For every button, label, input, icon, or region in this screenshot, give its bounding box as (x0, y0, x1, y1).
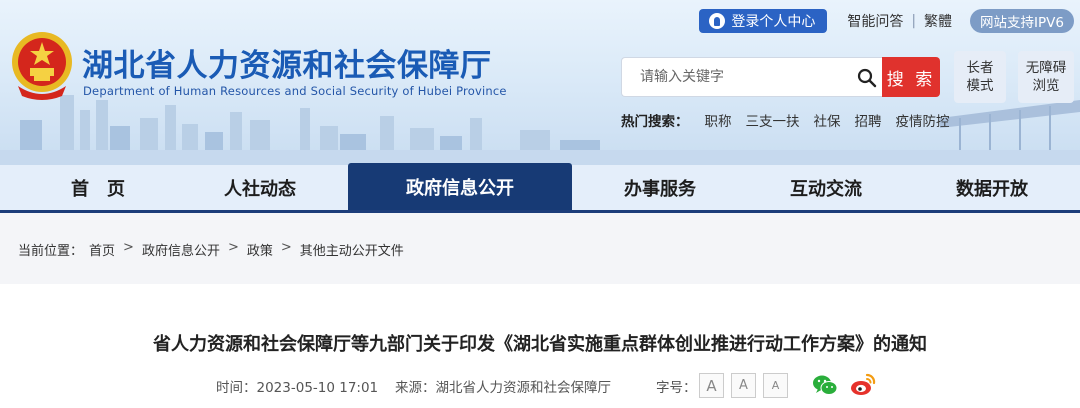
elder-mode-button[interactable]: 长者 模式 (954, 51, 1006, 103)
publish-time: 时间：2023-05-10 17:01 (216, 380, 379, 396)
site-title: 湖北省人力资源和社会保障厅 (82, 48, 492, 84)
site-subtitle: Department of Human Resources and Social… (83, 84, 507, 98)
breadcrumb-divider: > (280, 240, 292, 255)
hot-keyword[interactable]: 社保 (814, 110, 841, 130)
login-button[interactable]: 登录个人中心 (699, 9, 828, 33)
font-size-large-button[interactable]: A (699, 373, 724, 398)
font-size-label: 字号： (656, 380, 697, 396)
breadcrumb-item[interactable]: 其他主动公开文件 (300, 240, 404, 259)
accessible-mode-line1: 无障碍 (1025, 60, 1067, 76)
hot-keyword[interactable]: 职称 (705, 110, 732, 130)
wechat-icon[interactable] (812, 372, 838, 398)
breadcrumb: 当前位置： 首页 > 政府信息公开 > 政策 > 其他主动公开文件 (18, 240, 404, 259)
hot-keyword[interactable]: 疫情防控 (896, 110, 950, 130)
national-emblem-icon (12, 32, 72, 100)
accessible-mode-line2: 浏览 (1032, 78, 1060, 94)
hot-search-label: 热门搜索： (621, 114, 689, 130)
traditional-chinese-link[interactable]: 繁體 (916, 11, 960, 31)
breadcrumb-item[interactable]: 首页 (89, 240, 115, 259)
login-label: 登录个人中心 (731, 14, 816, 30)
hot-search: 热门搜索： 职称 三支一扶 社保 招聘 疫情防控 (621, 110, 964, 130)
main-nav: 首 页 人社动态 政府信息公开 办事服务 互动交流 数据开放 (0, 163, 1080, 213)
article-panel: 省人力资源和社会保障厅等九部门关于印发《湖北省实施重点群体创业推进行动工作方案》… (0, 284, 1080, 408)
search-icon[interactable] (857, 68, 877, 88)
ipv6-badge[interactable]: 网站支持IPV6 (970, 9, 1074, 33)
nav-item-gov-info[interactable]: 政府信息公开 (348, 163, 572, 210)
nav-item-open-data[interactable]: 数据开放 (892, 165, 1080, 210)
hot-keyword[interactable]: 三支一扶 (746, 110, 800, 130)
smart-qa-link[interactable]: 智能问答 (839, 11, 911, 31)
font-size-medium-label: A (739, 378, 748, 393)
breadcrumb-item[interactable]: 政策 (247, 240, 273, 259)
breadcrumb-prefix: 当前位置： (18, 244, 84, 259)
search-box (621, 57, 883, 97)
user-icon (709, 13, 726, 29)
article-source: 来源：湖北省人力资源和社会保障厅 (395, 380, 611, 396)
font-size-medium-button[interactable]: A (731, 373, 756, 398)
font-size-small-label: A (771, 379, 780, 392)
elder-mode-line1: 长者 (966, 60, 994, 76)
search-button[interactable]: 搜 索 (882, 57, 940, 97)
font-size-small-button[interactable]: A (763, 373, 788, 398)
site-header: 湖北省人力资源和社会保障厅 Department of Human Resour… (0, 0, 1080, 165)
breadcrumb-item[interactable]: 政府信息公开 (142, 240, 220, 259)
search-input[interactable] (622, 59, 842, 95)
breadcrumb-divider: > (123, 240, 134, 255)
nav-item-news[interactable]: 人社动态 (160, 165, 360, 210)
hot-keyword[interactable]: 招聘 (855, 110, 882, 130)
article-title: 省人力资源和社会保障厅等九部门关于印发《湖北省实施重点群体创业推进行动工作方案》… (153, 334, 927, 355)
font-size-large-label: A (706, 376, 717, 395)
breadcrumb-divider: > (227, 240, 239, 255)
accessible-mode-button[interactable]: 无障碍 浏览 (1018, 51, 1074, 103)
elder-mode-line2: 模式 (966, 78, 994, 94)
top-links: 登录个人中心 智能问答 | 繁體 网站支持IPV6 (699, 8, 1074, 34)
weibo-icon[interactable] (850, 372, 876, 398)
